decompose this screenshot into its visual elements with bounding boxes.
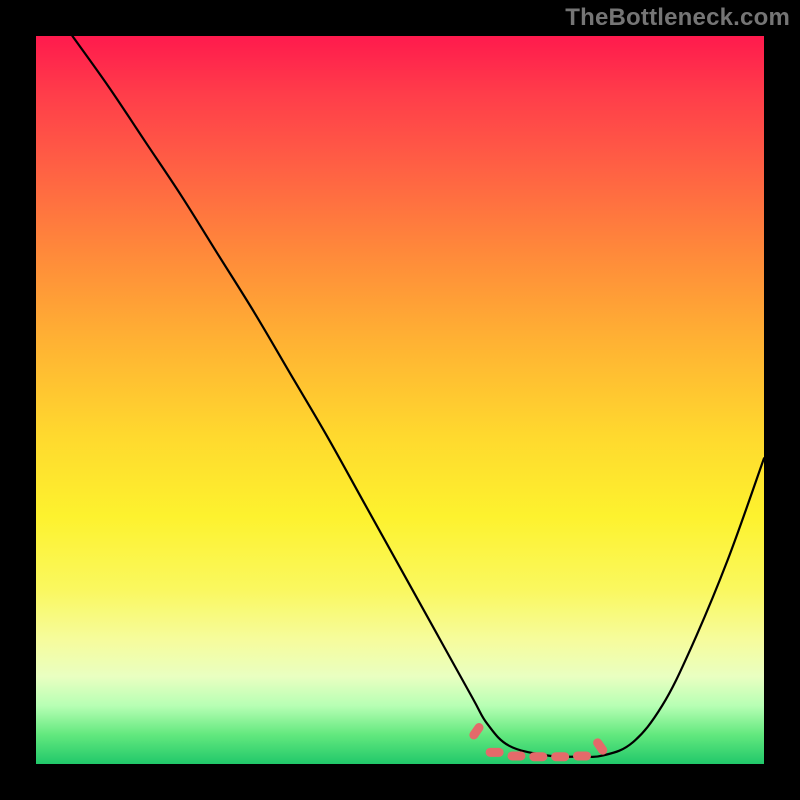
watermark-text: TheBottleneck.com [565,4,790,32]
chart-svg [36,36,764,764]
curve-line [72,36,764,757]
marker-dot [551,752,569,761]
marker-dot [573,751,591,760]
marker-dot [507,751,525,760]
marker-dot [468,721,486,741]
chart-frame: TheBottleneck.com [0,0,800,800]
marker-dot [486,748,504,757]
marker-dot [529,752,547,761]
plot-area [36,36,764,764]
